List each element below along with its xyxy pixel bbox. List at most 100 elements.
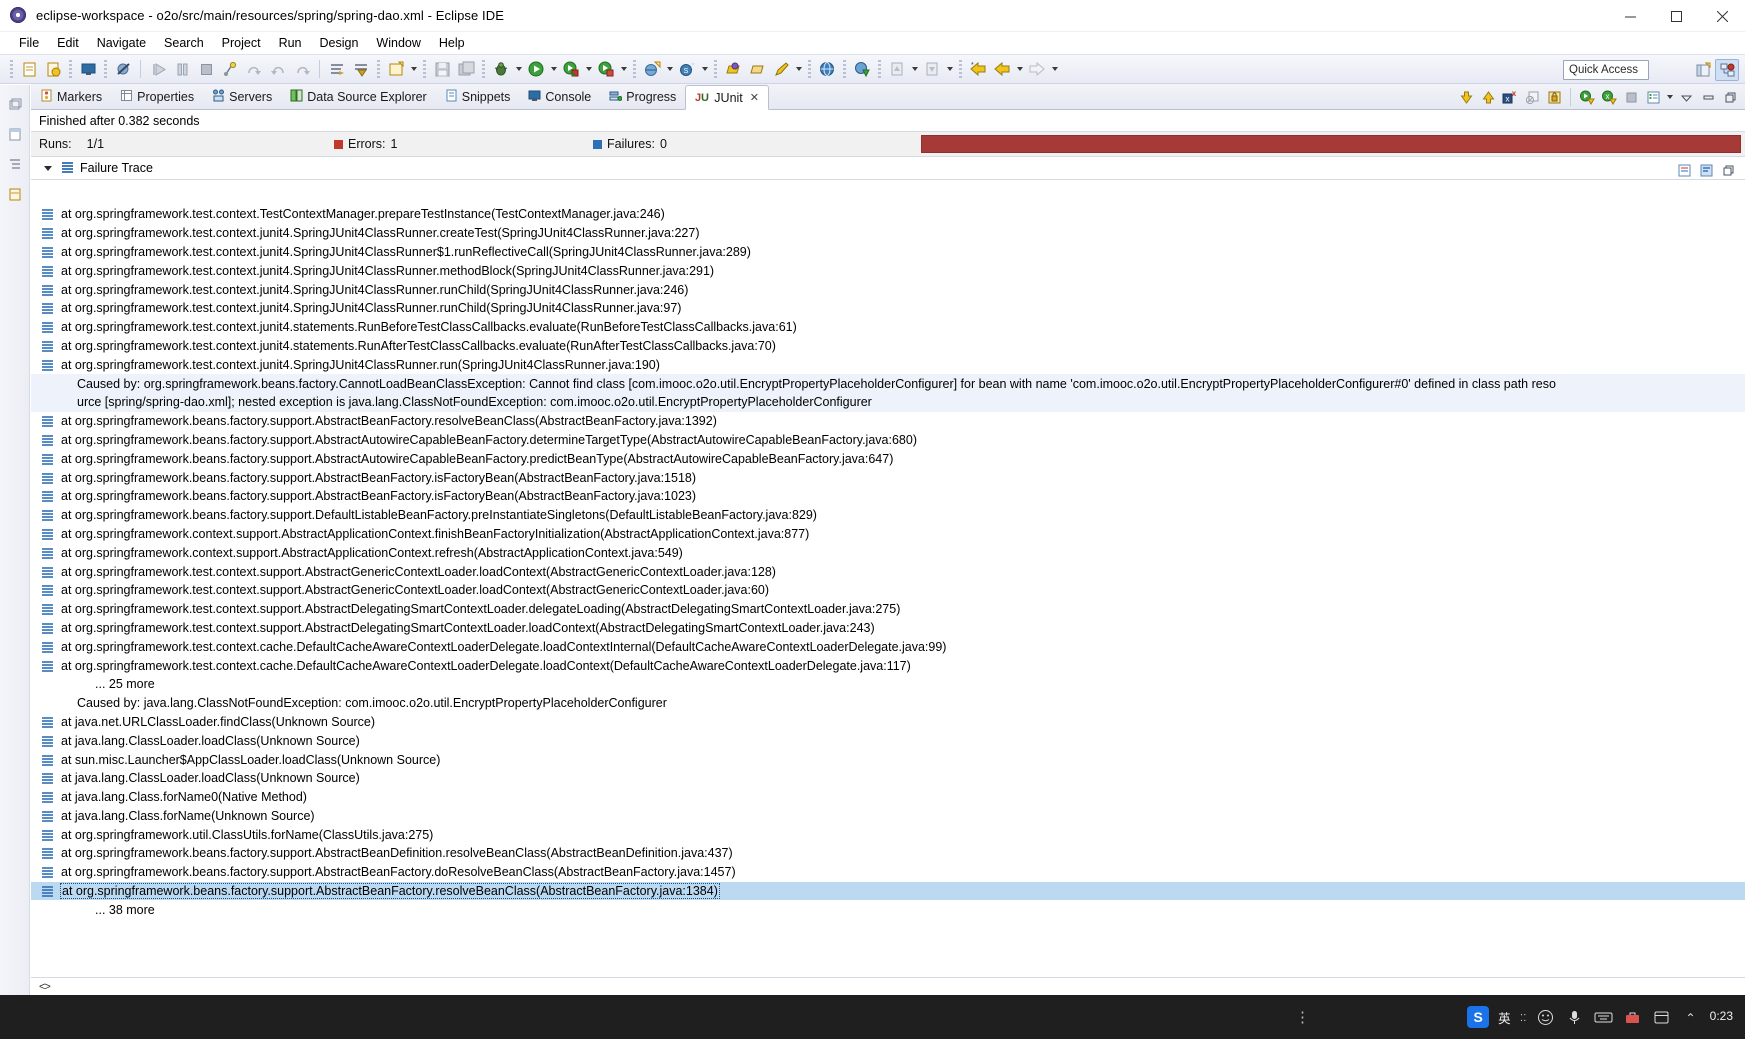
stack-frame-row[interactable]: at java.lang.Class.forName(Unknown Sourc… [31,807,1745,826]
more-tray-icon[interactable]: ⌃ [1681,1007,1701,1027]
new-java-project-icon[interactable] [42,58,64,80]
menu-project[interactable]: Project [213,34,270,52]
menu-edit[interactable]: Edit [48,34,88,52]
stack-frame-row[interactable]: at org.springframework.util.ClassUtils.f… [31,825,1745,844]
stack-frame-row[interactable]: at org.springframework.test.context.supp… [31,581,1745,600]
stack-frame-row[interactable]: at org.springframework.beans.factory.sup… [31,412,1745,431]
suspend-icon[interactable] [171,58,193,80]
maximize-view-icon[interactable] [1697,86,1719,108]
menu-design[interactable]: Design [311,34,368,52]
caused-by-row[interactable]: urce [spring/spring-dao.xml]; nested exc… [31,392,1745,412]
tab-properties[interactable]: Properties [111,85,203,109]
menu-search[interactable]: Search [155,34,213,52]
stack-frame-row[interactable]: at org.springframework.test.context.juni… [31,280,1745,299]
compare-result-icon[interactable] [1673,159,1695,181]
stack-frame-row[interactable]: at org.springframework.test.context.cach… [31,656,1745,675]
pencil-dropdown-icon[interactable] [793,59,804,79]
open-resource-icon[interactable] [746,58,768,80]
tab-data-source-explorer[interactable]: Data Source Explorer [281,85,436,109]
toolbar-drag-handle[interactable] [10,60,13,78]
tab-servers[interactable]: Servers [203,85,281,109]
open-perspective-button[interactable] [1691,59,1715,81]
stack-frame-row[interactable]: at org.springframework.beans.factory.sup… [31,863,1745,882]
stack-frame-row[interactable]: at org.springframework.test.context.juni… [31,224,1745,243]
stack-frame-row[interactable]: at org.springframework.test.context.juni… [31,261,1745,280]
maximize-trace-icon[interactable] [1717,159,1739,181]
debug-dropdown-icon[interactable] [513,59,524,79]
run-dropdown-icon[interactable] [548,59,559,79]
search-dropdown-icon[interactable] [699,59,710,79]
tab-console[interactable]: Console [519,85,600,109]
stack-frame-row[interactable]: at org.springframework.test.context.Test… [31,205,1745,224]
menu-navigate[interactable]: Navigate [88,34,155,52]
microphone-icon[interactable] [1565,1007,1585,1027]
sogou-ime-icon[interactable]: S [1467,1006,1490,1028]
new-file-dropdown-icon[interactable] [408,59,419,79]
toolbox-icon[interactable] [1623,1007,1643,1027]
show-failures-only-icon[interactable]: xx [1499,86,1521,108]
back-icon[interactable] [991,58,1013,80]
back-with-star-icon[interactable]: * [967,58,989,80]
new-server-dropdown-icon[interactable] [664,59,675,79]
lock-scroll-icon[interactable] [1543,86,1565,108]
stack-frame-row[interactable]: at java.net.URLClassLoader.findClass(Unk… [31,713,1745,732]
ime-language-label[interactable]: 英 [1498,1008,1511,1027]
coverage-icon[interactable] [595,58,617,80]
tab-snippets[interactable]: Snippets [436,85,520,109]
new-wizard-icon[interactable] [18,58,40,80]
new-server-icon[interactable] [641,58,663,80]
collapse-frames-icon[interactable] [350,58,372,80]
tab-markers[interactable]: Markers [31,85,111,109]
stack-frame-row[interactable]: at org.springframework.beans.factory.sup… [31,844,1745,863]
stop-icon[interactable] [1521,86,1543,108]
stack-frame-row[interactable]: at org.springframework.test.context.juni… [31,243,1745,262]
stack-frame-row[interactable]: at org.springframework.test.context.juni… [31,337,1745,356]
stack-frame-row[interactable]: at java.lang.ClassLoader.loadClass(Unkno… [31,769,1745,788]
forward-icon[interactable] [1026,58,1048,80]
stack-frame-row[interactable]: at org.springframework.context.support.A… [31,525,1745,544]
stack-frame-row[interactable]: at org.springframework.test.context.juni… [31,318,1745,337]
stack-frame-row[interactable]: at java.lang.ClassLoader.loadClass(Unkno… [31,731,1745,750]
run-config-dropdown-icon[interactable] [583,59,594,79]
stack-frame-row[interactable]: at org.springframework.test.context.supp… [31,600,1745,619]
taskbar-clock[interactable]: 0:23 [1710,1009,1733,1024]
java-ee-perspective-button[interactable] [1715,59,1739,81]
close-icon[interactable]: ✕ [750,91,759,104]
previous-annotation-dropdown-icon[interactable] [944,59,955,79]
stack-frame-row[interactable]: at org.springframework.test.context.juni… [31,299,1745,318]
minimize-view-icon[interactable] [1675,86,1697,108]
keyboard-icon[interactable] [1594,1007,1614,1027]
menu-help[interactable]: Help [430,34,474,52]
terminate-test-icon[interactable] [1620,86,1642,108]
run-config-icon[interactable] [560,58,582,80]
minimize-button[interactable] [1607,0,1653,32]
tab-progress[interactable]: Progress [600,85,685,109]
quick-access-input[interactable]: Quick Access [1563,60,1649,80]
stack-frame-row[interactable]: at org.springframework.beans.factory.sup… [31,881,1745,901]
next-failure-icon[interactable] [1455,86,1477,108]
save-icon[interactable] [431,58,453,80]
close-button[interactable] [1699,0,1745,32]
drop-to-frame-icon[interactable] [291,58,313,80]
resume-icon[interactable] [147,58,169,80]
filter-stack-trace-icon[interactable] [1695,159,1717,181]
step-into-icon[interactable] [219,58,241,80]
stack-frame-row[interactable]: at sun.misc.Launcher$AppClassLoader.load… [31,750,1745,769]
caused-by-row[interactable]: Caused by: org.springframework.beans.fac… [31,374,1745,393]
menu-file[interactable]: File [10,34,48,52]
stack-frame-row[interactable]: at org.springframework.context.support.A… [31,543,1745,562]
stack-frame-row[interactable]: at org.springframework.beans.factory.sup… [31,468,1745,487]
stack-frame-row[interactable]: at org.springframework.test.context.juni… [31,355,1745,374]
debug-icon[interactable] [490,58,512,80]
restore-view-icon[interactable] [1719,86,1741,108]
menu-window[interactable]: Window [367,34,429,52]
open-type-icon[interactable] [722,58,744,80]
globe-icon[interactable] [816,58,838,80]
tab-junit[interactable]: JU JUnit ✕ [685,85,769,110]
coverage-dropdown-icon[interactable] [618,59,629,79]
skip-breakpoints-icon[interactable] [112,58,134,80]
terminate-icon[interactable] [195,58,217,80]
step-over-icon[interactable] [243,58,265,80]
stack-frame-row[interactable]: at org.springframework.beans.factory.sup… [31,506,1745,525]
step-return-icon[interactable] [267,58,289,80]
